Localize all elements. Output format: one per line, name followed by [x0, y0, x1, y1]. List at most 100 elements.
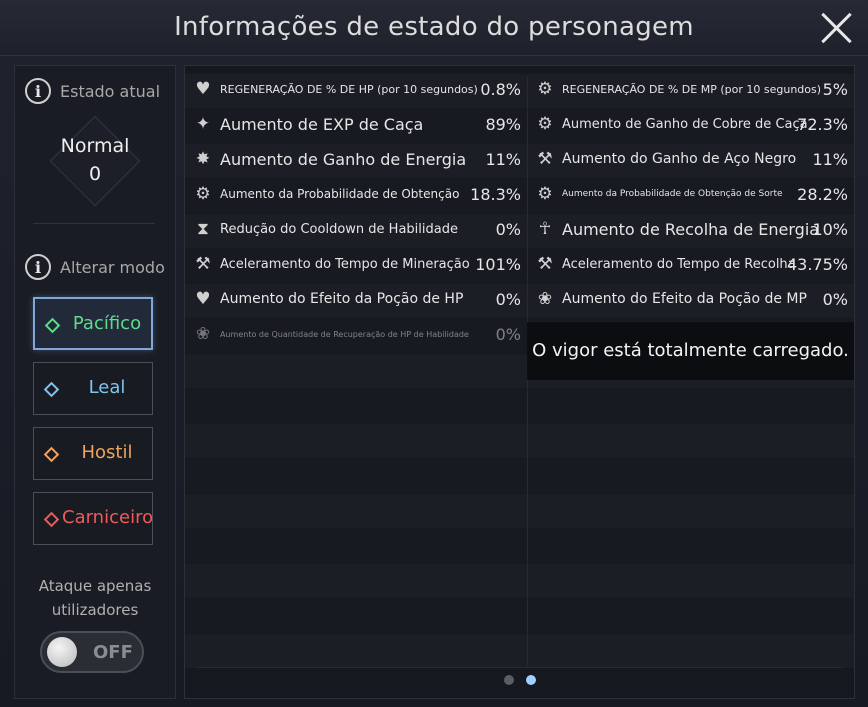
stat-label: Aumento de Recolha de Energia	[562, 219, 820, 239]
stat-row: ✸ Aumento de Ganho de Energia 11%	[191, 144, 521, 174]
vigor-toast: O vigor está totalmente carregado.	[527, 322, 854, 380]
row-background	[185, 599, 854, 633]
stat-label: Aumento de Ganho de Energia	[220, 149, 467, 169]
stat-value: 101%	[475, 255, 521, 274]
stat-label: Aceleramento do Tempo de Recolha	[562, 256, 796, 272]
mode-diamond-icon	[43, 511, 60, 528]
stat-value: 0%	[495, 290, 521, 309]
row-background	[185, 564, 854, 598]
stat-row: ♥ Aumento do Efeito da Poção de HP 0%	[191, 284, 521, 314]
stat-value: 89%	[485, 115, 521, 134]
row-background	[185, 634, 854, 668]
stat-value: 0%	[822, 290, 848, 309]
state-name: Normal	[60, 135, 130, 157]
row-background	[185, 529, 854, 563]
stat-row: ✦ Aumento de EXP de Caça 89%	[191, 109, 521, 139]
page-indicator	[185, 675, 854, 687]
stat-label: Aumento do Ganho de Aço Negro	[562, 151, 797, 167]
mode-button-1[interactable]: Pacífico	[33, 297, 153, 350]
toast-message: O vigor está totalmente carregado.	[532, 340, 849, 361]
state-display: Normal 0	[25, 115, 165, 211]
stat-label: Aumento de Ganho de Cobre de Caça	[562, 116, 808, 132]
mode-label: Carniceiro	[62, 507, 154, 528]
info-icon[interactable]: i	[25, 78, 51, 104]
stat-row: ⚙ Aumento da Probabilidade de Obtenção de…	[533, 179, 848, 209]
stat-label: REGENERAÇÃO DE % DE MP (por 10 segundos)	[562, 82, 822, 96]
stat-row: ☥ Aumento de Recolha de Energia 10%	[533, 214, 848, 244]
current-state-header: i Estado atual	[25, 77, 160, 105]
luck-icon: ⚙	[537, 184, 553, 204]
stat-value: 0%	[495, 325, 521, 344]
mp-regen-icon: ⚙	[537, 79, 553, 99]
mode-button-2[interactable]: Leal	[33, 362, 153, 415]
row-background	[185, 494, 854, 528]
divider	[33, 223, 155, 224]
attack-only-users-toggle[interactable]: OFF	[40, 631, 144, 673]
mode-button-4[interactable]: Carniceiro	[33, 492, 153, 545]
stat-row: ❀ Aumento do Efeito da Poção de MP 0%	[533, 284, 848, 314]
stat-row: ♥ REGENERAÇÃO DE % DE HP (por 10 segundos…	[191, 74, 521, 104]
stats-panel: ♥ REGENERAÇÃO DE % DE HP (por 10 segundos…	[184, 65, 855, 699]
stat-label: Aceleramento do Tempo de Mineração	[220, 256, 470, 272]
stat-row: ❀ Aumento de Quantidade de Recuperação de…	[191, 319, 521, 349]
row-background	[185, 424, 854, 458]
meditate-icon: ☥	[538, 219, 552, 239]
gather-icon: ⚒	[537, 254, 553, 274]
title-bar: Informações de estado do personagem	[0, 0, 868, 56]
mode-label: Hostil	[81, 442, 133, 463]
row-background	[185, 459, 854, 493]
stat-row: ⚙ REGENERAÇÃO DE % DE MP (por 10 segundos…	[533, 74, 848, 104]
hp-regen-icon: ♥	[195, 79, 211, 99]
stat-value: 5%	[822, 80, 848, 99]
stat-row: ⚒ Aumento do Ganho de Aço Negro 11%	[533, 144, 848, 174]
toggle-state-label: OFF	[93, 642, 133, 663]
mp-potion-icon: ❀	[537, 289, 553, 309]
stat-row: ⧗ Redução do Cooldown de Habilidade 0%	[191, 214, 521, 244]
mode-diamond-icon	[43, 381, 60, 398]
change-mode-header: i Alterar modo	[25, 253, 165, 281]
exp-icon: ✦	[195, 114, 211, 134]
stat-value: 43.75%	[786, 255, 848, 274]
mode-diamond-icon	[44, 317, 61, 334]
attack-label-line1: Ataque apenas	[38, 577, 152, 595]
info-icon[interactable]: i	[25, 254, 51, 280]
stat-value: 10%	[812, 220, 848, 239]
window-title: Informações de estado do personagem	[174, 12, 694, 42]
energy-icon: ✸	[195, 149, 211, 169]
stat-value: 0.8%	[480, 80, 521, 99]
stat-value: 11%	[485, 150, 521, 169]
stat-value: 28.2%	[797, 185, 848, 204]
state-value: 0	[88, 163, 102, 185]
row-background	[185, 389, 854, 423]
pickaxe-icon: ⚒	[195, 254, 211, 274]
left-panel: i Estado atual Normal 0 i Alterar modo P…	[14, 65, 176, 699]
current-state-label: Estado atual	[60, 81, 161, 101]
character-status-window: Informações de estado do personagem i Es…	[0, 0, 868, 707]
change-mode-label: Alterar modo	[60, 257, 165, 277]
stat-label: Aumento da Probabilidade de Obtenção	[220, 187, 460, 201]
close-icon[interactable]	[818, 10, 856, 46]
stat-label: REGENERAÇÃO DE % DE HP (por 10 segundos)	[220, 82, 478, 96]
copper-icon: ⚙	[537, 114, 553, 134]
hp-potion-icon: ♥	[195, 289, 211, 309]
page-dot-2[interactable]	[525, 675, 536, 685]
stat-value: 11%	[812, 150, 848, 169]
mode-label: Leal	[88, 377, 126, 398]
mode-button-3[interactable]: Hostil	[33, 427, 153, 480]
page-dot-1[interactable]	[503, 675, 514, 685]
stat-label: Aumento de Quantidade de Recuperação de …	[220, 329, 469, 339]
stat-row: ⚒ Aceleramento do Tempo de Mineração 101%	[191, 249, 521, 279]
stat-label: Aumento do Efeito da Poção de HP	[220, 291, 464, 307]
stat-value: 18.3%	[470, 185, 521, 204]
stat-label: Aumento de EXP de Caça	[220, 114, 424, 134]
state-diamond-frame	[49, 115, 141, 207]
stat-label: Aumento do Efeito da Poção de MP	[562, 291, 807, 307]
mode-label: Pacífico	[72, 313, 142, 334]
divider	[197, 667, 842, 668]
attack-only-users-label: Ataque apenas utilizadores	[15, 574, 175, 622]
black-steel-icon: ⚒	[537, 149, 553, 169]
stat-row: ⚙ Aumento de Ganho de Cobre de Caça 72.3%	[533, 109, 848, 139]
stat-label: Redução do Cooldown de Habilidade	[220, 221, 458, 237]
hourglass-icon: ⧗	[197, 219, 209, 239]
stat-row: ⚒ Aceleramento do Tempo de Recolha 43.75%	[533, 249, 848, 279]
